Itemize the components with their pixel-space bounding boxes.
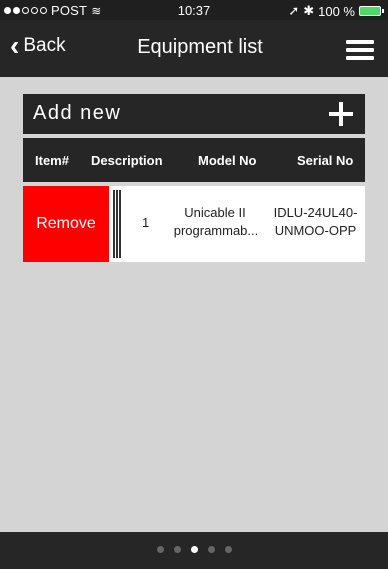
battery-icon: [359, 6, 384, 16]
column-header-model-no: Model No: [198, 153, 257, 168]
column-header-serial-no: Serial No: [297, 153, 354, 168]
hamburger-menu-icon[interactable]: [346, 40, 374, 60]
page-indicator: [0, 546, 388, 553]
bluetooth-icon: ✱: [303, 3, 315, 18]
page-dot[interactable]: [156, 546, 164, 553]
status-right: ➚ ✱ 100 %: [288, 3, 384, 19]
battery-percent: 100 %: [318, 3, 355, 19]
serial-no-line1: IDLU-24UL40-: [273, 205, 358, 220]
serial-no-line2: UNMOO-OPP: [274, 223, 357, 238]
add-new-label: Add new: [33, 102, 122, 124]
plus-icon: [329, 102, 353, 126]
page-title: Equipment list: [137, 36, 263, 58]
column-header-description: Description: [91, 153, 163, 168]
drag-handle-icon[interactable]: [113, 190, 123, 258]
model-no-line2: programmab...: [173, 223, 259, 238]
page-dot[interactable]: [173, 546, 181, 553]
table-header: Item# Description Model No Serial No: [23, 138, 365, 182]
table-row: Remove 1 Unicable II programmab... IDLU-…: [23, 186, 365, 262]
model-no-line1: Unicable II: [184, 205, 246, 220]
item-number: 1: [142, 215, 150, 230]
page-indicator-bar: [0, 532, 388, 569]
page-dot[interactable]: [224, 546, 232, 553]
page-dot[interactable]: [190, 546, 198, 553]
navigation-bar: ‹ Back Equipment list: [0, 20, 388, 77]
row-content[interactable]: 1 Unicable II programmab... IDLU-24UL40-…: [109, 186, 365, 262]
location-icon: ➚: [288, 3, 300, 18]
page-dot[interactable]: [207, 546, 215, 553]
status-bar: POST ≋ 10:37 ➚ ✱ 100 %: [0, 0, 388, 20]
add-new-button[interactable]: Add new: [23, 94, 365, 134]
main-content: Add new Item# Description Model No Seria…: [0, 77, 388, 532]
remove-button[interactable]: Remove: [23, 186, 109, 262]
column-header-item: Item#: [35, 153, 69, 168]
